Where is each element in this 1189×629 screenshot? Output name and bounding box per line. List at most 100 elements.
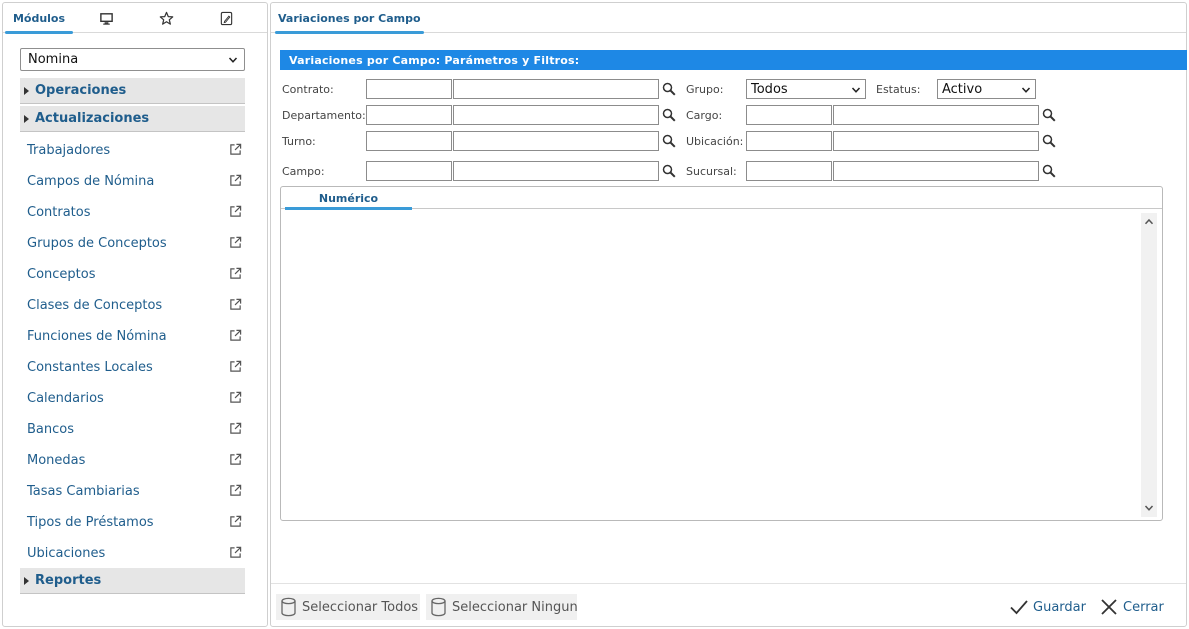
check-icon (1010, 600, 1028, 615)
external-link-icon (230, 546, 242, 558)
grid-tab-bar: Numérico (281, 187, 1162, 210)
search-icon[interactable] (1042, 164, 1056, 178)
search-icon[interactable] (662, 134, 676, 148)
group-operaciones[interactable]: Operaciones (20, 78, 245, 104)
nav-item-funciones-de-nomina[interactable]: Funciones de Nómina (20, 324, 245, 348)
caret-right-icon (24, 114, 29, 123)
nav-item-label: Bancos (27, 421, 74, 437)
tab-numerico[interactable]: Numérico (285, 187, 412, 210)
star-icon (159, 11, 173, 25)
external-link-icon (230, 329, 242, 341)
grupo-select[interactable]: Todos (746, 79, 866, 99)
group-actualizaciones[interactable]: Actualizaciones (20, 106, 245, 132)
nav-item-calendarios[interactable]: Calendarios (20, 386, 245, 410)
search-icon[interactable] (662, 82, 676, 96)
close-button[interactable]: Cerrar (1100, 594, 1164, 620)
close-icon (1101, 599, 1117, 615)
search-icon[interactable] (1042, 134, 1056, 148)
campo-code-field[interactable] (366, 161, 452, 181)
external-link-icon (230, 267, 242, 279)
tab-favorites[interactable] (153, 3, 179, 33)
group-actualizaciones-label: Actualizaciones (35, 111, 150, 126)
departamento-code-field[interactable] (366, 105, 452, 125)
chevron-down-icon (228, 57, 238, 63)
estatus-select[interactable]: Activo (937, 79, 1036, 99)
save-button[interactable]: Guardar (1009, 594, 1086, 620)
nav-item-label: Calendarios (27, 390, 104, 406)
external-link-icon (230, 360, 242, 372)
external-link-icon (230, 484, 242, 496)
nav-item-bancos[interactable]: Bancos (20, 417, 245, 441)
select-all-button[interactable]: Seleccionar Todos (276, 594, 420, 620)
ubicacion-code-field[interactable] (746, 131, 832, 151)
nav-item-constantes-locales[interactable]: Constantes Locales (20, 355, 245, 379)
external-link-icon (230, 143, 242, 155)
turno-description-field[interactable] (453, 131, 659, 151)
search-icon[interactable] (1042, 108, 1056, 122)
tab-numerico-label: Numérico (318, 191, 379, 205)
save-label: Guardar (1033, 599, 1086, 615)
monitor-icon (99, 12, 113, 25)
select-none-label: Seleccionar Ninguno (452, 599, 577, 615)
sucursal-code-field[interactable] (746, 161, 832, 181)
cargo-label: Cargo: (686, 109, 723, 122)
group-reportes[interactable]: Reportes (20, 568, 245, 594)
main-tab-bar: Variaciones por Campo (271, 3, 1186, 34)
nav-item-label: Conceptos (27, 266, 96, 282)
edit-document-icon (220, 11, 232, 25)
contrato-description-field[interactable] (453, 79, 659, 99)
external-link-icon (230, 298, 242, 310)
campo-description-field[interactable] (453, 161, 659, 181)
nav-item-label: Tasas Cambiarias (27, 483, 140, 499)
ubicacion-description-field[interactable] (833, 131, 1039, 151)
nav-item-label: Monedas (27, 452, 86, 468)
search-icon[interactable] (662, 108, 676, 122)
nav-item-grupos-de-conceptos[interactable]: Grupos de Conceptos (20, 231, 245, 255)
nav-item-label: Contratos (27, 204, 91, 220)
campo-label: Campo: (282, 165, 325, 178)
turno-code-field[interactable] (366, 131, 452, 151)
nav-item-tasas-cambiarias[interactable]: Tasas Cambiarias (20, 479, 245, 503)
external-link-icon (230, 205, 242, 217)
estatus-label: Estatus: (876, 83, 921, 96)
left-tab-bar: Módulos (3, 3, 267, 34)
external-link-icon (230, 174, 242, 186)
nav-item-monedas[interactable]: Monedas (20, 448, 245, 472)
grupo-select-value: Todos (751, 81, 788, 97)
close-label: Cerrar (1123, 599, 1164, 615)
nav-item-ubicaciones[interactable]: Ubicaciones (20, 541, 245, 565)
cargo-description-field[interactable] (833, 105, 1039, 125)
nav-item-contratos[interactable]: Contratos (20, 200, 245, 224)
tab-variaciones-por-campo[interactable]: Variaciones por Campo (275, 3, 424, 34)
variations-grid: Numérico (280, 186, 1163, 521)
nav-item-tipos-de-prestamos[interactable]: Tipos de Préstamos (20, 510, 245, 534)
scroll-up-icon[interactable] (1144, 217, 1154, 227)
main-panel: Variaciones por Campo Variaciones por Ca… (270, 2, 1187, 627)
departamento-description-field[interactable] (453, 105, 659, 125)
grupo-label: Grupo: (686, 83, 724, 96)
cargo-code-field[interactable] (746, 105, 832, 125)
nav-item-conceptos[interactable]: Conceptos (20, 262, 245, 286)
module-select[interactable]: Nomina (20, 48, 245, 71)
nav-item-campos-de-nomina[interactable]: Campos de Nómina (20, 169, 245, 193)
departamento-label: Departamento: (282, 109, 366, 122)
vertical-scrollbar[interactable] (1141, 213, 1157, 517)
tab-modules[interactable]: Módulos (5, 3, 73, 34)
group-operaciones-label: Operaciones (35, 83, 127, 98)
sucursal-label: Sucursal: (686, 165, 737, 178)
nav-item-trabajadores[interactable]: Trabajadores (20, 138, 245, 162)
nav-item-clases-de-conceptos[interactable]: Clases de Conceptos (20, 293, 245, 317)
select-none-button[interactable]: Seleccionar Ninguno (426, 594, 577, 620)
external-link-icon (230, 236, 242, 248)
tab-monitor[interactable] (93, 3, 119, 33)
chevron-down-icon (851, 87, 861, 93)
sucursal-description-field[interactable] (833, 161, 1039, 181)
search-icon[interactable] (662, 164, 676, 178)
scroll-down-icon[interactable] (1144, 503, 1154, 513)
section-header: Variaciones por Campo: Parámetros y Filt… (280, 50, 1187, 70)
nav-item-label: Tipos de Préstamos (27, 514, 154, 530)
tab-edit[interactable] (213, 3, 239, 33)
external-link-icon (230, 391, 242, 403)
nav-item-label: Campos de Nómina (27, 173, 155, 189)
contrato-code-field[interactable] (366, 79, 452, 99)
